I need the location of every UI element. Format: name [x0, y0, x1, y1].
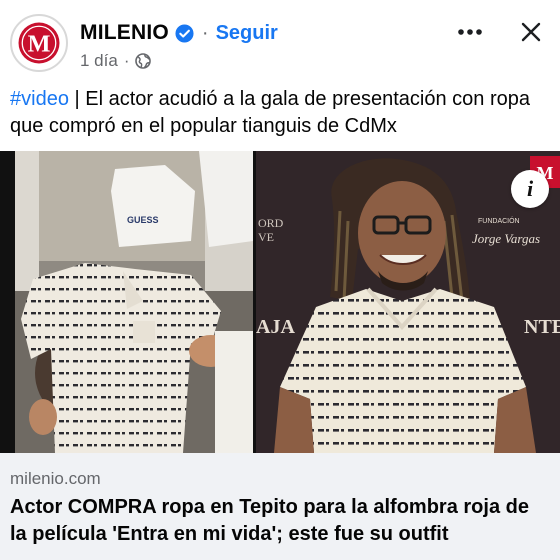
backdrop-text-ve: VE — [258, 230, 274, 244]
verified-badge-icon — [175, 23, 194, 43]
post-media[interactable]: GUESS ORD VE AJA NTE FUNDACIÓN Jorge Var… — [0, 151, 560, 453]
avatar-letter: M — [28, 30, 51, 57]
link-title: Actor COMPRA ropa en Tepito para la alfo… — [10, 496, 529, 545]
globe-icon — [135, 53, 152, 69]
more-options-icon — [458, 29, 482, 35]
ad-info-button[interactable]: i — [511, 170, 549, 208]
link-preview[interactable]: milenio.com Actor COMPRA ropa en Tepito … — [0, 453, 560, 560]
backdrop-text-ord: ORD — [258, 216, 284, 230]
page-name[interactable]: MILENIO — [80, 21, 169, 45]
hashtag-link[interactable]: #video — [10, 88, 69, 110]
post-time[interactable]: 1 día — [80, 51, 118, 71]
close-icon — [521, 22, 541, 42]
page-avatar[interactable]: M — [10, 14, 68, 72]
follow-button[interactable]: Seguir — [216, 22, 278, 45]
more-options-button[interactable] — [452, 18, 488, 46]
photo-market: GUESS — [15, 151, 253, 453]
post-caption: #video | El actor acudió a la gala de pr… — [10, 86, 550, 140]
post-header: M MILENIO · Seguir 1 día · — [0, 0, 560, 82]
milenio-logo-icon: M — [18, 22, 60, 64]
backdrop-signature: Jorge Vargas — [472, 231, 540, 246]
meta-separator: · — [123, 51, 130, 70]
shirt-brand-label: GUESS — [127, 215, 159, 225]
link-domain: milenio.com — [10, 469, 101, 488]
caption-text: | El actor acudió a la gala de presentac… — [10, 88, 530, 137]
header-separator: · — [201, 21, 209, 44]
backdrop-fundacion: FUNDACIÓN — [478, 216, 520, 225]
close-button[interactable] — [515, 16, 547, 48]
page-name-row: MILENIO · Seguir — [80, 19, 278, 47]
backdrop-text-aja: AJA — [256, 316, 295, 338]
post-meta: 1 día · — [80, 50, 152, 72]
backdrop-text-ntei: NTEI — [524, 316, 560, 338]
